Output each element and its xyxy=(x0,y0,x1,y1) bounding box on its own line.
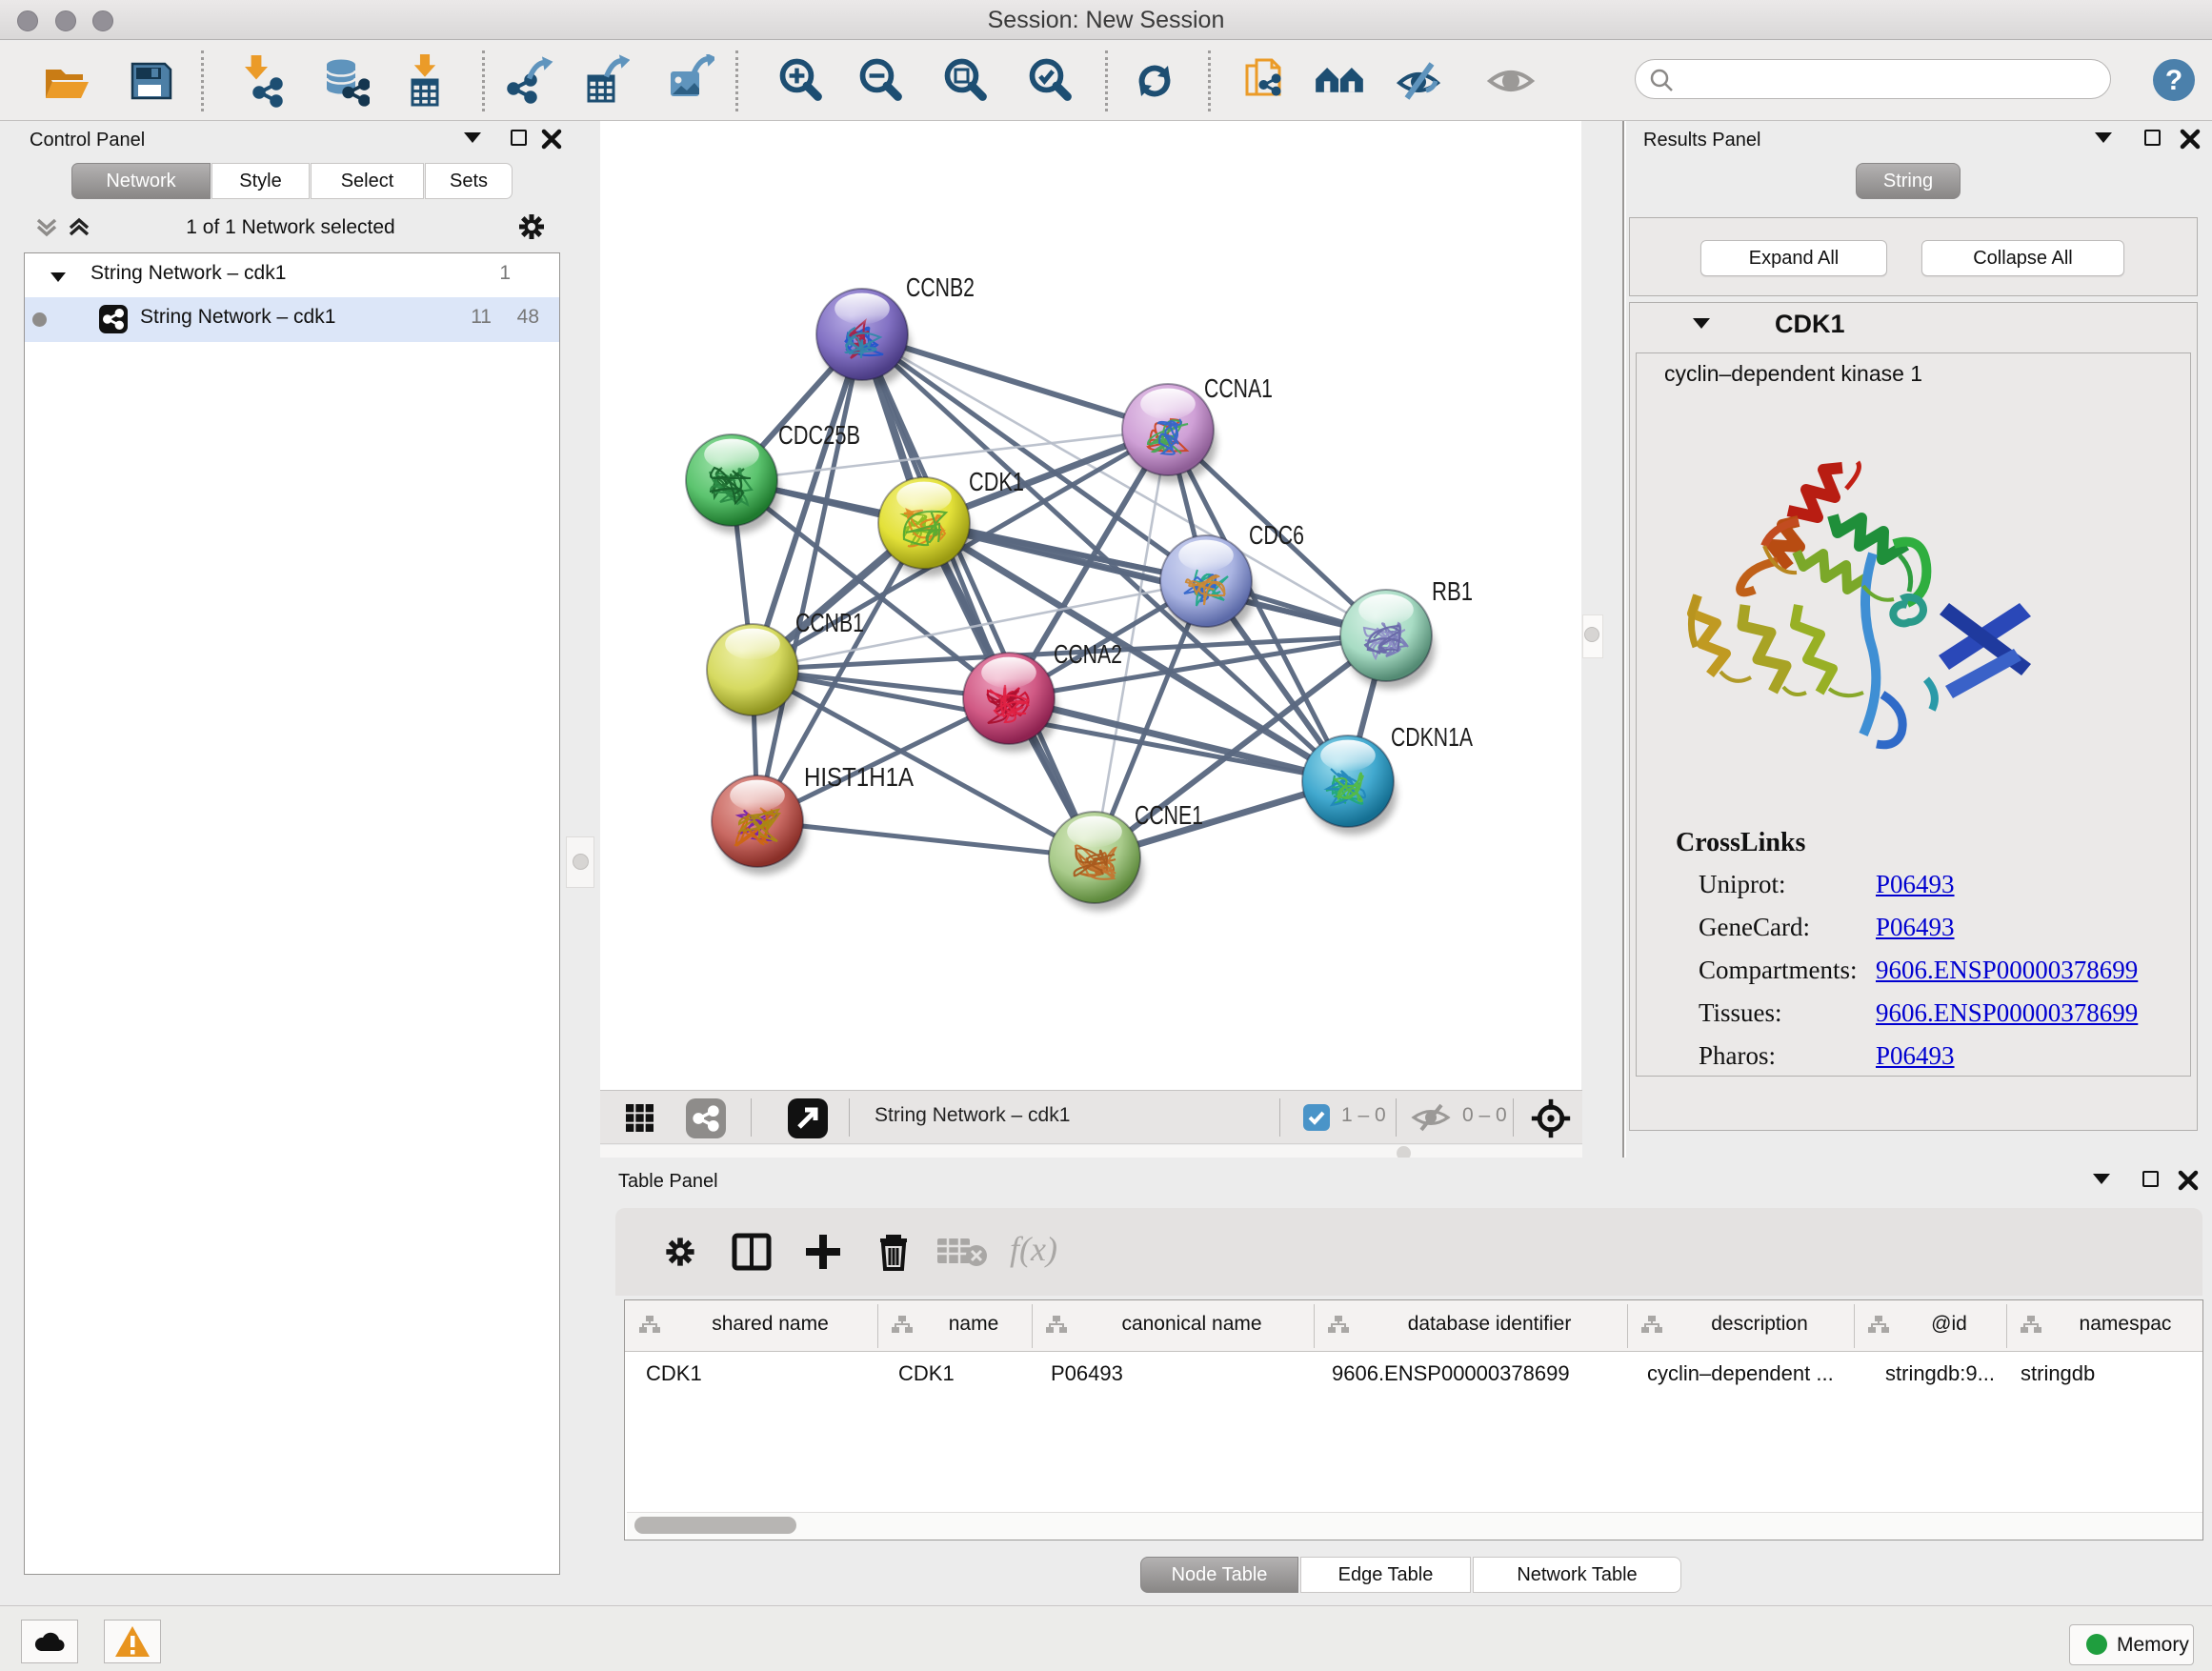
svg-text:CDC6: CDC6 xyxy=(1249,520,1304,550)
svg-text:CDKN1A: CDKN1A xyxy=(1391,722,1473,752)
svg-text:CCNB2: CCNB2 xyxy=(906,272,975,302)
svg-text:CDK1: CDK1 xyxy=(969,467,1024,496)
svg-text:RB1: RB1 xyxy=(1432,576,1473,606)
svg-text:CCNE1: CCNE1 xyxy=(1135,800,1203,830)
svg-text:CCNA2: CCNA2 xyxy=(1054,639,1122,669)
svg-text:HIST1H1A: HIST1H1A xyxy=(804,762,914,792)
svg-text:?: ? xyxy=(2165,65,2182,96)
svg-text:CCNB1: CCNB1 xyxy=(795,608,864,637)
svg-text:CCNA1: CCNA1 xyxy=(1204,373,1273,403)
svg-text:CDC25B: CDC25B xyxy=(778,420,860,450)
